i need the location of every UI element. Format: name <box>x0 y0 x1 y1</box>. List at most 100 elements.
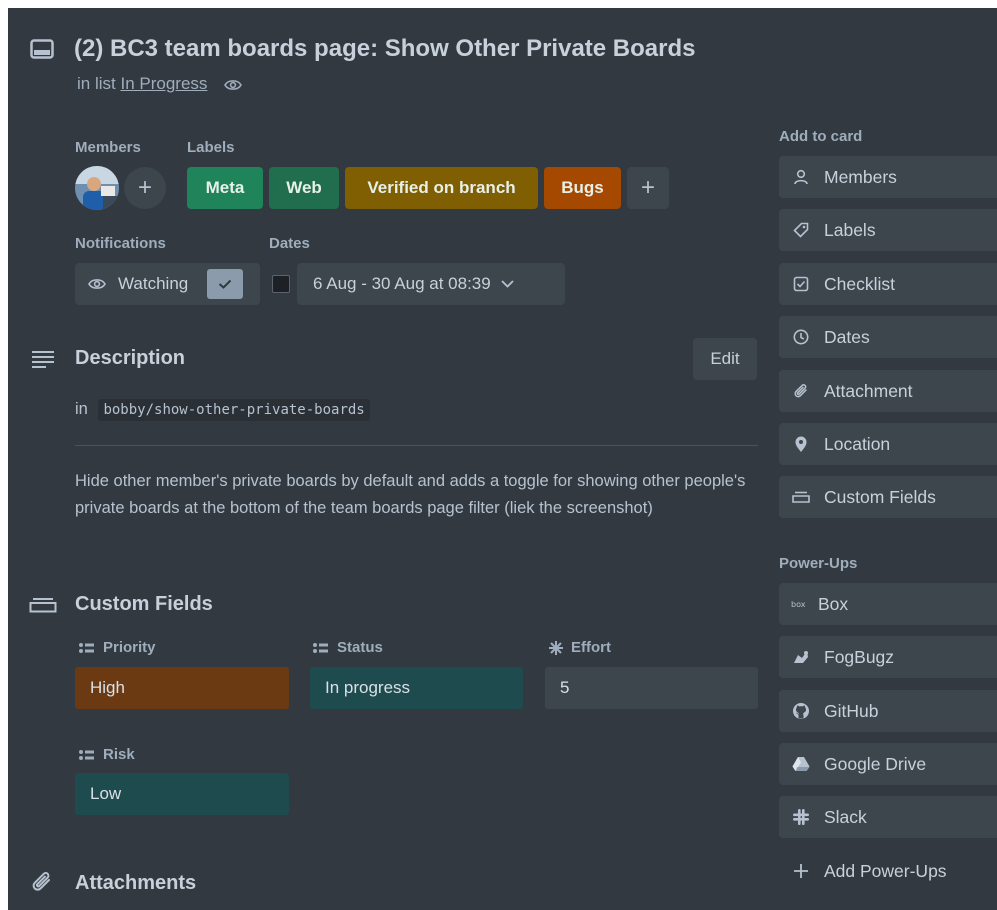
sidebar-dates-button[interactable]: Dates <box>779 316 997 358</box>
sidebar-location-label: Location <box>824 433 891 454</box>
watch-label: Watching <box>118 274 189 293</box>
labels-label: Labels <box>187 139 235 156</box>
sidebar-custom-fields-label: Custom Fields <box>824 486 936 507</box>
attachments-heading: Attachments <box>75 872 197 894</box>
sidebar-checklist-button[interactable]: Checklist <box>779 263 997 305</box>
card-list-info: in list In Progress <box>77 74 243 94</box>
label-verified-on-branch-text: Verified on branch <box>367 178 516 197</box>
svg-text:box: box <box>791 600 806 609</box>
risk-select[interactable]: Low <box>75 773 289 815</box>
label-verified-on-branch[interactable]: Verified on branch <box>345 167 538 209</box>
members-label: Members <box>75 139 141 156</box>
powerup-slack-button[interactable]: Slack <box>779 796 997 838</box>
sidebar-members-label: Members <box>824 166 897 187</box>
add-power-ups-button[interactable]: Add Power-Ups <box>779 850 997 892</box>
power-ups-label: Power-Ups <box>779 555 858 572</box>
tag-icon <box>791 220 811 240</box>
description-divider <box>75 445 758 446</box>
add-label-button[interactable]: + <box>627 167 669 209</box>
sidebar-checklist-label: Checklist <box>824 273 895 294</box>
label-meta-text: Meta <box>205 178 245 197</box>
priority-field-label: Priority <box>79 639 156 656</box>
label-bugs-text: Bugs <box>561 178 604 197</box>
label-bugs[interactable]: Bugs <box>544 167 621 209</box>
description-icon <box>32 350 54 368</box>
watching-check-icon <box>207 269 244 299</box>
priority-value: High <box>90 678 125 697</box>
fogbugz-logo-icon <box>791 647 811 667</box>
asterisk-icon <box>549 640 563 655</box>
custom-fields-icon <box>29 597 57 613</box>
effort-value: 5 <box>560 678 570 697</box>
sidebar-dates-label: Dates <box>824 326 870 347</box>
description-heading: Description <box>75 347 186 369</box>
sidebar-members-button[interactable]: Members <box>779 156 997 198</box>
list-icon <box>79 749 95 761</box>
powerup-box-label: Box <box>818 593 849 614</box>
label-meta[interactable]: Meta <box>187 167 263 209</box>
paperclip-icon <box>31 870 53 894</box>
github-logo-icon <box>791 701 811 721</box>
list-icon <box>79 642 95 654</box>
card-icon <box>30 38 54 60</box>
card-title[interactable]: (2) BC3 team boards page: Show Other Pri… <box>74 35 695 63</box>
powerup-fogbugz-label: FogBugz <box>824 646 895 667</box>
edit-description-button[interactable]: Edit <box>693 338 757 380</box>
status-select[interactable]: In progress <box>310 667 523 709</box>
box-logo-icon: box <box>791 594 811 614</box>
status-field-label: Status <box>313 639 383 656</box>
status-value: In progress <box>325 678 411 697</box>
dates-label: Dates <box>269 235 310 252</box>
custom-fields-icon <box>791 487 811 507</box>
slack-logo-icon <box>791 807 811 827</box>
chevron-down-icon <box>501 280 514 288</box>
sidebar-attachment-label: Attachment <box>824 380 913 401</box>
effort-field-label: Effort <box>549 639 611 656</box>
plus-icon <box>791 861 811 881</box>
branch-code: bobby/show-other-private-boards <box>98 399 370 421</box>
date-value: 6 Aug - 30 Aug at 08:39 <box>313 274 491 293</box>
powerup-slack-label: Slack <box>824 806 867 827</box>
eye-icon <box>224 78 243 92</box>
priority-label-text: Priority <box>103 639 156 656</box>
sidebar-labels-button[interactable]: Labels <box>779 209 997 251</box>
branch-line: in bobby/show-other-private-boards <box>75 399 370 421</box>
effort-label-text: Effort <box>571 639 611 656</box>
branch-prefix: in <box>75 400 88 418</box>
risk-value: Low <box>90 784 122 803</box>
avatar[interactable] <box>75 166 119 210</box>
sidebar-custom-fields-button[interactable]: Custom Fields <box>779 476 997 518</box>
priority-select[interactable]: High <box>75 667 289 709</box>
sidebar-location-button[interactable]: Location <box>779 423 997 465</box>
checklist-icon <box>791 274 811 294</box>
effort-input[interactable]: 5 <box>545 667 758 709</box>
card-detail-dialog: (2) BC3 team boards page: Show Other Pri… <box>8 8 997 910</box>
label-web-text: Web <box>286 178 322 197</box>
add-to-card-label: Add to card <box>779 128 863 145</box>
paperclip-icon <box>791 381 811 401</box>
powerup-fogbugz-button[interactable]: FogBugz <box>779 636 997 678</box>
location-pin-icon <box>791 434 811 454</box>
notifications-label: Notifications <box>75 235 166 252</box>
watch-button[interactable]: Watching <box>75 263 260 305</box>
sidebar-labels-label: Labels <box>824 219 876 240</box>
list-link[interactable]: In Progress <box>120 74 207 93</box>
eye-icon <box>88 277 106 291</box>
clock-icon <box>791 327 811 347</box>
description-text[interactable]: Hide other member's private boards by de… <box>75 468 765 522</box>
powerup-github-button[interactable]: GitHub <box>779 690 997 732</box>
sidebar-attachment-button[interactable]: Attachment <box>779 370 997 412</box>
label-web[interactable]: Web <box>269 167 339 209</box>
google-drive-logo-icon <box>791 754 811 774</box>
date-dropdown[interactable]: 6 Aug - 30 Aug at 08:39 <box>297 263 565 305</box>
add-member-button[interactable]: + <box>124 167 166 209</box>
risk-label-text: Risk <box>103 746 135 763</box>
date-complete-checkbox[interactable] <box>272 275 290 293</box>
status-label-text: Status <box>337 639 383 656</box>
powerup-google-drive-label: Google Drive <box>824 753 927 774</box>
powerup-box-button[interactable]: box Box <box>779 583 997 625</box>
powerup-google-drive-button[interactable]: Google Drive <box>779 743 997 785</box>
powerup-github-label: GitHub <box>824 700 879 721</box>
in-list-prefix: in list <box>77 74 116 93</box>
add-power-ups-label: Add Power-Ups <box>824 860 947 881</box>
